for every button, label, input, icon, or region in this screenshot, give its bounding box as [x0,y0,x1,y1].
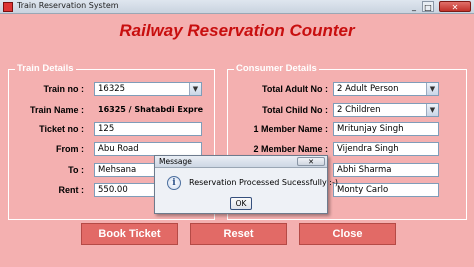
page-title: Railway Reservation Counter [119,21,355,40]
ticket-no-field[interactable]: 125 [94,122,202,136]
chevron-down-icon[interactable]: ▼ [426,104,438,116]
chevron-down-icon[interactable]: ▼ [189,83,201,95]
member3-field[interactable]: Abhi Sharma [333,163,439,177]
to-label: To : [68,165,84,175]
member2-field[interactable]: Vijendra Singh [333,142,439,156]
chevron-down-icon[interactable]: ▼ [426,83,438,95]
train-details-title: Train Details [15,63,76,74]
reset-button[interactable]: Reset [190,223,287,245]
adult-count-label: Total Adult No : [262,84,328,94]
from-field[interactable]: Abu Road [94,142,202,156]
window-close-button[interactable]: ✕ [439,1,471,12]
child-count-value: 2 Children [337,105,381,115]
close-button[interactable]: Close [299,223,396,245]
member4-field[interactable]: Monty Carlo [333,183,439,197]
maximize-button[interactable]: □ [422,1,434,12]
member1-field[interactable]: Mritunjay Singh [333,122,439,136]
rent-label: Rent : [58,185,85,195]
child-count-select[interactable]: 2 Children ▼ [333,103,439,117]
to-field[interactable]: Mehsana [94,163,156,177]
child-count-label: Total Child No : [262,105,328,115]
adult-count-value: 2 Adult Person [337,84,399,94]
train-name-value: 16325 / Shatabdi Express [94,103,204,117]
window-titlebar[interactable]: Train Reservation System _ □ ✕ [0,0,474,14]
dialog-title: Message [159,157,192,166]
train-no-label: Train no : [43,84,85,94]
rent-field[interactable]: 550.00 [94,183,156,197]
app-icon [3,2,13,12]
train-no-value: 16325 [98,84,126,94]
adult-count-select[interactable]: 2 Adult Person ▼ [333,82,439,96]
minimize-button[interactable]: _ [408,1,420,12]
book-ticket-button[interactable]: Book Ticket [81,223,178,245]
window-title: Train Reservation System [17,1,119,10]
ok-button[interactable]: OK [230,197,252,210]
dialog-close-button[interactable]: ✕ [297,157,325,166]
train-no-select[interactable]: 16325 ▼ [94,82,202,96]
dialog-message: Reservation Processed Sucessfully :-) [189,178,339,187]
message-dialog: Message ✕ i Reservation Processed Sucess… [154,155,338,214]
member2-label: 2 Member Name : [253,144,328,154]
from-label: From : [56,144,84,154]
train-name-label: Train Name : [29,105,84,115]
info-icon: i [167,176,181,190]
member1-label: 1 Member Name : [253,124,328,134]
main-frame: Railway Reservation Counter Train Detail… [0,14,474,267]
consumer-details-title: Consumer Details [234,63,319,74]
dialog-titlebar[interactable]: Message ✕ [155,156,327,168]
ticket-no-label: Ticket no : [39,124,84,134]
